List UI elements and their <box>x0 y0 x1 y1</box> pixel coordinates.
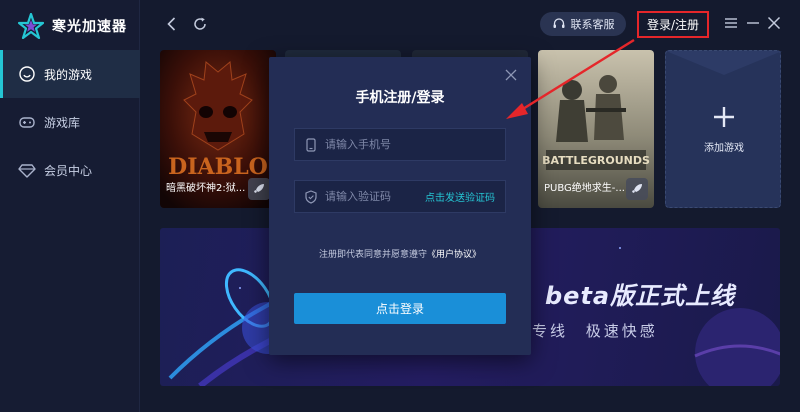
phone-icon <box>306 137 316 152</box>
verification-code-input[interactable] <box>325 190 425 203</box>
user-agreement-link[interactable]: 《用户协议》 <box>427 250 481 260</box>
game-tile-pubg[interactable]: BATTLEGROUNDS PUBG绝地求生-... <box>538 50 654 208</box>
tile-decoration <box>666 51 782 75</box>
submit-login-button[interactable]: 点击登录 <box>294 293 506 324</box>
sidebar-nav: 我的游戏 游戏库 会员中心 <box>0 50 140 194</box>
sidebar: 寒光加速器 我的游戏 游戏库 会员中心 <box>0 0 140 412</box>
rocket-icon <box>254 184 264 193</box>
sidebar-item-label: 游戏库 <box>44 115 81 130</box>
shield-icon <box>305 189 317 204</box>
sidebar-item-game-library[interactable]: 游戏库 <box>0 98 140 146</box>
banner-subtitle: 专线 极速快感 <box>532 322 658 340</box>
add-game-label: 添加游戏 <box>704 143 744 154</box>
game-tile-diablo[interactable]: DIABLO 暗黑破坏神2:狱... <box>160 50 276 208</box>
sidebar-item-label: 会员中心 <box>44 163 93 178</box>
sidebar-item-label: 我的游戏 <box>44 67 93 82</box>
contact-support-button[interactable]: 联系客服 <box>540 12 626 36</box>
submit-label: 点击登录 <box>375 302 424 316</box>
login-modal: 手机注册/登录 点击发送验证码 注册即代表同意并愿意遵守《用户协议》 点击登录 <box>269 57 531 355</box>
brand: 寒光加速器 <box>18 10 127 42</box>
smiley-icon <box>19 66 35 82</box>
svg-text:BATTLEGROUNDS: BATTLEGROUNDS <box>542 154 650 167</box>
back-icon[interactable] <box>164 16 180 32</box>
menu-icon[interactable] <box>724 16 738 30</box>
phone-input[interactable] <box>325 138 505 151</box>
banner-title: beta版正式上线 <box>545 282 736 310</box>
diamond-icon <box>18 164 36 178</box>
app-name: 寒光加速器 <box>52 19 127 35</box>
svg-text:DIABLO: DIABLO <box>168 154 268 180</box>
close-icon[interactable] <box>505 69 517 81</box>
login-label: 登录/注册 <box>646 18 700 32</box>
login-register-button[interactable]: 登录/注册 <box>637 11 709 38</box>
add-game-tile[interactable]: 添加游戏 <box>665 50 782 208</box>
rocket-icon <box>632 184 642 193</box>
modal-title: 手机注册/登录 <box>355 90 445 106</box>
headset-icon <box>553 18 564 28</box>
close-icon[interactable] <box>767 16 781 30</box>
game-name: 暗黑破坏神2:狱... <box>166 183 246 194</box>
game-name: PUBG绝地求生-... <box>544 183 624 194</box>
launch-button[interactable] <box>248 178 270 200</box>
star-logo-icon <box>18 13 44 39</box>
refresh-icon[interactable] <box>192 16 208 32</box>
agreement-prefix: 注册即代表同意并愿意遵守 <box>318 250 427 260</box>
minimize-icon[interactable] <box>746 16 760 30</box>
sidebar-item-membership[interactable]: 会员中心 <box>0 146 140 194</box>
gamepad-icon <box>19 117 35 128</box>
phone-field[interactable] <box>294 128 506 161</box>
top-bar: 联系客服 登录/注册 <box>140 0 800 50</box>
support-label: 联系客服 <box>570 18 615 31</box>
send-code-button[interactable]: 点击发送验证码 <box>425 189 505 204</box>
code-field[interactable]: 点击发送验证码 <box>294 180 506 213</box>
agreement-text: 注册即代表同意并愿意遵守《用户协议》 <box>269 247 531 260</box>
launch-button[interactable] <box>626 178 648 200</box>
plus-icon <box>714 107 734 127</box>
sidebar-item-my-games[interactable]: 我的游戏 <box>0 50 140 98</box>
